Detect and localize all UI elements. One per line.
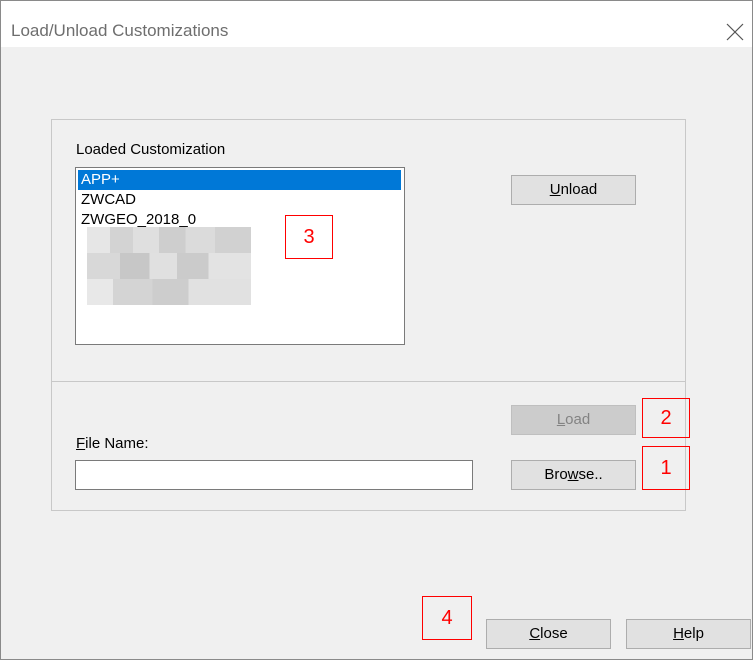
browse-label-rest: se.. <box>578 466 603 483</box>
window-title: Load/Unload Customizations <box>11 21 229 40</box>
load-label-rest: oad <box>565 411 591 428</box>
browse-button[interactable]: Browse.. <box>511 460 636 490</box>
annotation-marker-4: 4 <box>422 596 472 640</box>
annotation-marker-3: 3 <box>285 215 333 259</box>
annotation-marker-2: 2 <box>642 398 690 438</box>
list-item[interactable]: ZWCAD <box>78 190 136 210</box>
help-mnemonic: H <box>673 625 684 642</box>
close-mnemonic: C <box>529 625 541 642</box>
file-name-label: File Name: <box>76 435 149 452</box>
title-bar: Load/Unload Customizations <box>1 1 752 47</box>
list-item[interactable]: APP+ <box>78 170 401 190</box>
unload-mnemonic: U <box>549 181 561 198</box>
file-name-mnemonic: F <box>76 435 86 452</box>
close-icon[interactable] <box>724 21 746 43</box>
annotation-marker-1: 1 <box>642 446 690 490</box>
close-label-rest: lose <box>540 625 568 642</box>
close-button[interactable]: Close <box>486 619 611 649</box>
load-mnemonic: L <box>556 411 566 428</box>
load-unload-dialog: Load/Unload Customizations Loaded Custom… <box>0 0 753 660</box>
browse-mnemonic: w <box>567 466 579 483</box>
group-separator <box>52 381 685 382</box>
help-label-rest: elp <box>683 625 704 642</box>
unload-button[interactable]: Unload <box>511 175 636 205</box>
browse-label-start: Bro <box>544 466 568 483</box>
redacted-list-items <box>87 227 251 305</box>
loaded-customization-label: Loaded Customization <box>76 141 226 158</box>
file-name-input[interactable] <box>75 460 473 490</box>
help-button[interactable]: Help <box>626 619 751 649</box>
file-name-label-rest: ile Name: <box>85 435 149 452</box>
load-button[interactable]: Load <box>511 405 636 435</box>
unload-label-rest: nload <box>560 181 598 198</box>
